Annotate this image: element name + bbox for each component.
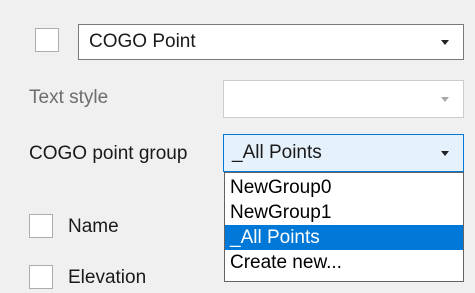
dropdown-option-newgroup1[interactable]: NewGroup1 xyxy=(225,200,463,225)
dropdown-option-create-new[interactable]: Create new... xyxy=(225,250,463,275)
object-type-combo[interactable]: COGO Point xyxy=(78,24,464,60)
point-group-combo-value: _All Points xyxy=(232,142,322,163)
name-label: Name xyxy=(68,216,119,237)
elevation-checkbox[interactable] xyxy=(29,265,53,289)
text-style-combo[interactable] xyxy=(223,80,464,118)
chevron-down-icon xyxy=(441,97,449,102)
dropdown-option-all-points[interactable]: _All Points xyxy=(225,225,463,250)
elevation-label: Elevation xyxy=(68,267,147,288)
top-checkbox[interactable] xyxy=(35,28,59,52)
point-group-combo[interactable]: _All Points xyxy=(223,134,464,172)
name-checkbox[interactable] xyxy=(29,214,53,238)
point-group-label: COGO point group xyxy=(29,143,188,164)
point-group-dropdown-list: NewGroup0 NewGroup1 _All Points Create n… xyxy=(224,172,464,282)
text-style-label: Text style xyxy=(29,87,109,108)
dropdown-option-newgroup0[interactable]: NewGroup0 xyxy=(225,175,463,200)
object-type-combo-value: COGO Point xyxy=(89,31,196,52)
chevron-down-icon xyxy=(441,40,449,45)
chevron-down-icon xyxy=(441,151,449,156)
